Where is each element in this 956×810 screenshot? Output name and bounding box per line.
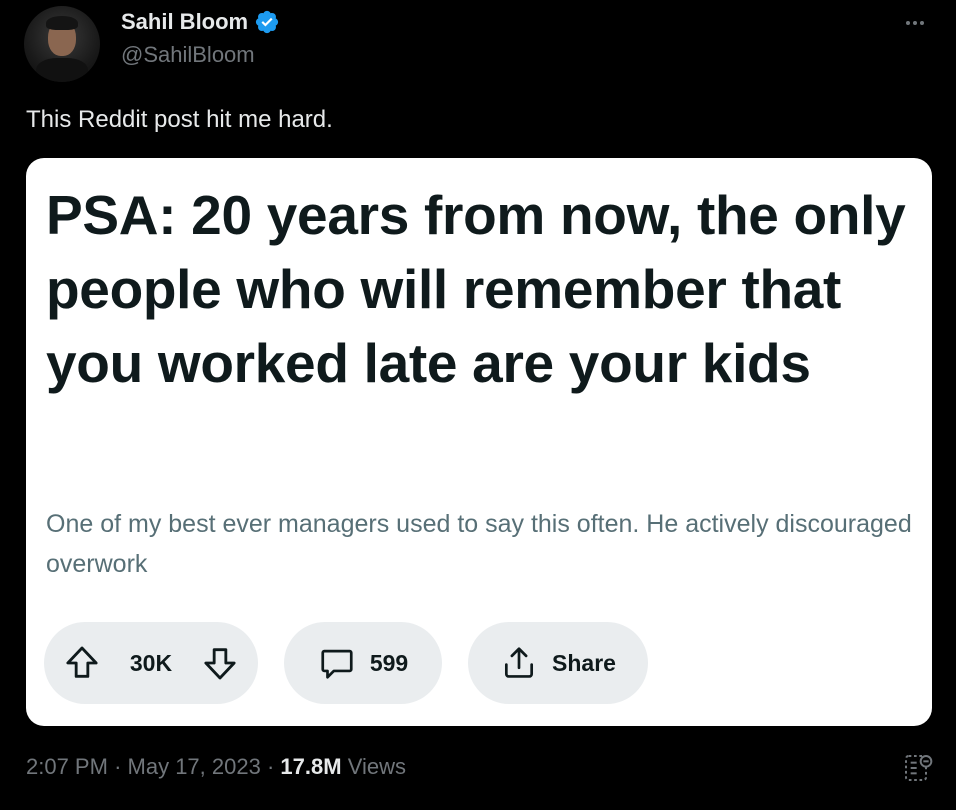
avatar[interactable] [24, 6, 100, 82]
author-name-row: Sahil Bloom [121, 9, 280, 35]
share-icon [505, 647, 534, 678]
tweet-meta: 2:07 PM · May 17, 2023 · 17.8M Views [26, 754, 406, 780]
comment-bubble-icon [321, 649, 353, 679]
vote-count: 30K [129, 649, 173, 676]
meta-separator: · [266, 754, 275, 779]
tweet: Sahil Bloom @SahilBloom This Reddit post… [0, 0, 956, 810]
post-title: PSA: 20 years from now, the only people … [46, 184, 906, 394]
verified-badge-icon [256, 10, 279, 34]
analytics-icon[interactable] [902, 752, 934, 784]
meta-separator: · [114, 754, 122, 779]
comment-count: 599 [369, 649, 409, 676]
tweet-date[interactable]: May 17, 2023 [128, 754, 261, 779]
comments-button[interactable]: 599 [284, 622, 442, 704]
upvote-arrow-icon[interactable] [62, 643, 102, 683]
downvote-arrow-icon[interactable] [200, 643, 240, 683]
vote-control: 30K [44, 622, 258, 704]
share-button[interactable]: Share [468, 622, 648, 704]
tweet-time[interactable]: 2:07 PM [26, 754, 108, 779]
views-count: 17.8M [280, 754, 342, 779]
tweet-text: This Reddit post hit me hard. [26, 106, 333, 133]
reddit-post-card[interactable]: PSA: 20 years from now, the only people … [26, 158, 932, 726]
author-handle[interactable]: @SahilBloom [121, 42, 255, 68]
post-actions: 30K 599 Share [44, 622, 648, 704]
more-icon[interactable] [902, 10, 928, 36]
author-name[interactable]: Sahil Bloom [121, 9, 248, 35]
share-label: Share [552, 649, 616, 676]
post-body: One of my best ever managers used to say… [46, 510, 912, 578]
views-label: Views [347, 754, 406, 779]
